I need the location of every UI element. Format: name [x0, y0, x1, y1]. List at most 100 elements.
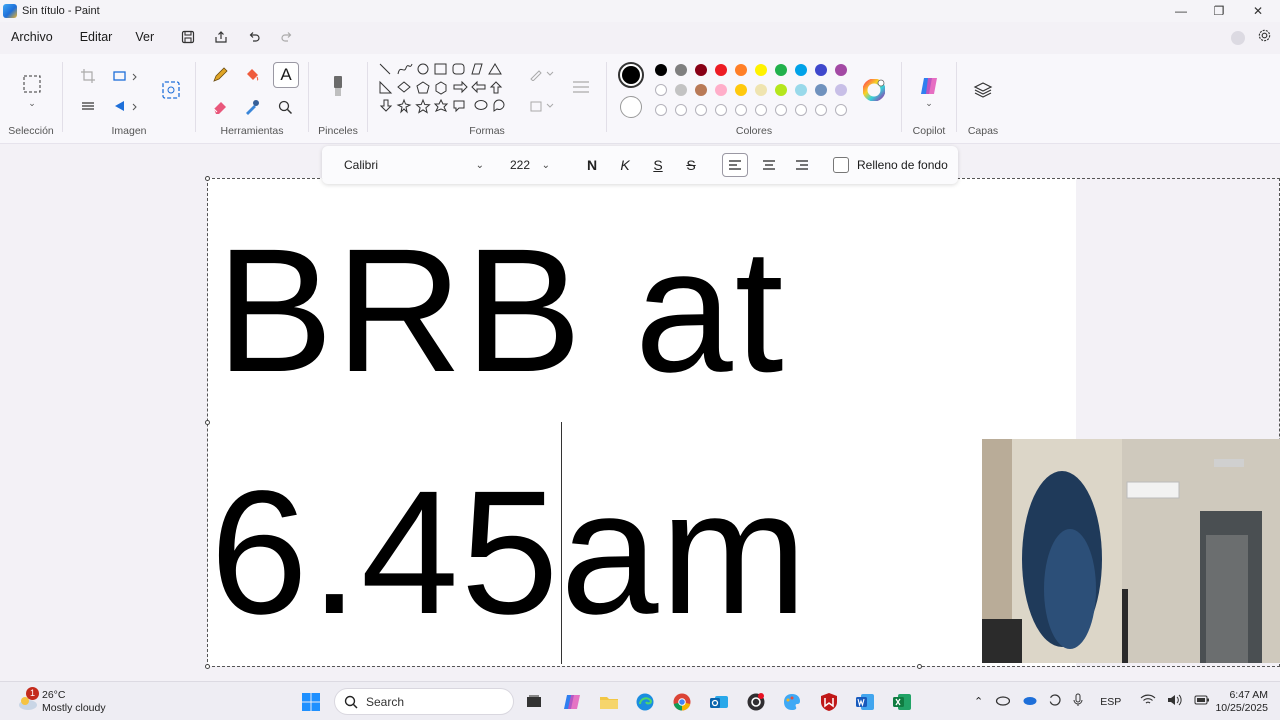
account-icon[interactable]	[1231, 31, 1245, 45]
rotate-icon[interactable]	[111, 96, 141, 116]
input-language[interactable]: ESP	[1100, 696, 1121, 708]
edit-colors-icon[interactable]	[862, 78, 886, 102]
clock[interactable]: 6:47 AM 10/25/2025	[1212, 682, 1268, 720]
layers-icon[interactable]	[971, 78, 995, 102]
canvas-text-line1[interactable]: BRB at	[216, 223, 786, 399]
onedrive-icon[interactable]	[994, 694, 1011, 709]
resize-handle-ml[interactable]	[205, 420, 210, 425]
onedrive-business-icon[interactable]	[1021, 694, 1037, 709]
font-family-select[interactable]: Calibri ⌄	[334, 153, 492, 177]
shape-outline-icon[interactable]	[528, 66, 556, 82]
underline-button[interactable]: S	[645, 153, 671, 177]
color-swatch[interactable]	[675, 104, 687, 116]
color-swatch[interactable]	[835, 84, 847, 96]
align-center-button[interactable]	[756, 153, 782, 177]
color-swatch[interactable]	[655, 64, 667, 76]
shape-size-icon[interactable]	[568, 76, 594, 98]
wifi-icon[interactable]	[1140, 694, 1156, 709]
close-button[interactable]: ✕	[1238, 0, 1278, 22]
color-swatch[interactable]	[655, 104, 667, 116]
start-windows-icon[interactable]	[299, 690, 323, 714]
shape-fill-icon[interactable]	[528, 98, 556, 114]
pencil-icon[interactable]	[208, 64, 232, 86]
color-swatch[interactable]	[795, 84, 807, 96]
shapes-gallery[interactable]	[376, 60, 516, 120]
color-swatch[interactable]	[755, 84, 767, 96]
chrome-browser-icon[interactable]	[670, 690, 694, 714]
copilot-icon[interactable]	[917, 74, 941, 98]
adjust-icon[interactable]	[78, 96, 98, 116]
color-swatch[interactable]	[795, 64, 807, 76]
text-tool-icon[interactable]: A	[273, 62, 299, 88]
settings-gear-icon[interactable]	[1257, 28, 1272, 48]
selection-dropdown-icon[interactable]: ⌄	[26, 98, 38, 108]
color-swatch[interactable]	[755, 104, 767, 116]
secondary-color-selector[interactable]	[620, 96, 642, 118]
color-swatch[interactable]	[695, 84, 707, 96]
color-swatch[interactable]	[715, 64, 727, 76]
show-hidden-icons-chevron-icon[interactable]: ⌃	[974, 695, 983, 708]
minimize-button[interactable]: —	[1161, 0, 1201, 22]
color-swatch[interactable]	[755, 64, 767, 76]
color-swatch[interactable]	[795, 104, 807, 116]
color-swatch[interactable]	[815, 84, 827, 96]
battery-icon[interactable]	[1194, 694, 1210, 709]
color-swatch[interactable]	[775, 84, 787, 96]
align-right-button[interactable]	[789, 153, 815, 177]
primary-color-selector[interactable]	[618, 62, 644, 88]
copilot-dropdown-icon[interactable]: ⌄	[924, 98, 934, 108]
color-swatch[interactable]	[735, 64, 747, 76]
color-picker-icon[interactable]	[240, 96, 264, 118]
menu-ver[interactable]: Ver	[124, 30, 165, 44]
edge-browser-icon[interactable]	[633, 690, 657, 714]
color-swatch[interactable]	[775, 104, 787, 116]
menu-editar[interactable]: Editar	[69, 30, 124, 44]
taskbar-search-box[interactable]: Search	[334, 688, 514, 715]
mcafee-icon[interactable]	[817, 690, 841, 714]
color-swatch[interactable]	[655, 84, 667, 96]
color-swatch[interactable]	[735, 104, 747, 116]
resize-handle-tl[interactable]	[205, 176, 210, 181]
color-swatch[interactable]	[695, 64, 707, 76]
italic-button[interactable]: K	[612, 153, 638, 177]
undo-icon[interactable]	[244, 27, 264, 47]
file-explorer-icon[interactable]	[597, 690, 621, 714]
fill-bucket-icon[interactable]	[240, 64, 264, 86]
color-swatch[interactable]	[675, 84, 687, 96]
microphone-icon[interactable]	[1073, 693, 1083, 710]
restore-button[interactable]: ❐	[1199, 0, 1239, 22]
font-size-select[interactable]: 222 ⌄	[500, 153, 556, 177]
resize-handle-bl[interactable]	[205, 664, 210, 669]
color-swatch[interactable]	[815, 64, 827, 76]
brush-icon[interactable]	[327, 72, 349, 102]
menu-archivo[interactable]: Archivo	[0, 30, 64, 44]
obs-studio-icon[interactable]	[744, 690, 768, 714]
image-creator-icon[interactable]	[159, 78, 183, 102]
color-swatch[interactable]	[715, 104, 727, 116]
canvas-text-line2[interactable]: 6.45am	[210, 465, 809, 641]
color-swatch[interactable]	[835, 64, 847, 76]
strikethrough-button[interactable]: S	[678, 153, 704, 177]
share-icon[interactable]	[211, 27, 231, 47]
redo-icon[interactable]	[277, 27, 297, 47]
outlook-icon[interactable]	[707, 690, 731, 714]
save-icon[interactable]	[178, 27, 198, 47]
magnifier-icon[interactable]	[273, 96, 297, 118]
resize-handle-br[interactable]	[917, 664, 922, 669]
paint-taskbar-icon[interactable]	[780, 690, 804, 714]
resize-icon[interactable]	[111, 66, 141, 86]
word-icon[interactable]	[853, 690, 877, 714]
volume-icon[interactable]	[1167, 694, 1183, 709]
color-swatch[interactable]	[815, 104, 827, 116]
excel-icon[interactable]	[890, 690, 914, 714]
copilot-taskbar-icon[interactable]	[560, 690, 584, 714]
bold-button[interactable]: N	[579, 153, 605, 177]
background-fill-checkbox[interactable]	[833, 157, 849, 173]
sync-icon[interactable]	[1048, 693, 1062, 710]
task-view-icon[interactable]	[522, 690, 546, 714]
weather-widget[interactable]: 1 26°C Mostly cloudy	[16, 682, 106, 720]
color-swatch[interactable]	[735, 84, 747, 96]
eraser-icon[interactable]	[208, 96, 232, 118]
color-swatch[interactable]	[775, 64, 787, 76]
color-swatch[interactable]	[835, 104, 847, 116]
